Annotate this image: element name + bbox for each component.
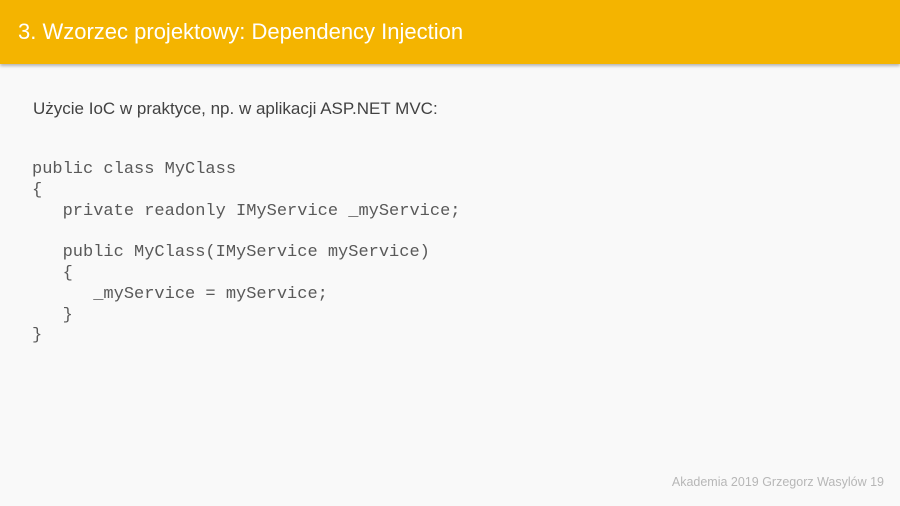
code-line: { bbox=[32, 263, 73, 283]
slide-header: 3. Wzorzec projektowy: Dependency Inject… bbox=[0, 0, 900, 64]
code-line: _myService = myService; bbox=[32, 284, 328, 304]
code-line: { bbox=[32, 180, 43, 200]
slide-title: 3. Wzorzec projektowy: Dependency Inject… bbox=[18, 19, 464, 44]
code-block: public class MyClass{ private readonly I… bbox=[32, 160, 460, 347]
code-line: public MyClass(IMyService myService) bbox=[32, 243, 430, 263]
code-line: } bbox=[32, 305, 73, 325]
slide-subtitle: Użycie IoC w praktyce, np. w aplikacji A… bbox=[33, 99, 438, 118]
slide-footer: Akademia 2019 Grzegorz Wasylów 19 bbox=[671, 475, 884, 489]
code-line: public class MyClass bbox=[32, 160, 237, 179]
code-line: } bbox=[32, 326, 43, 346]
code-line: private readonly IMyService _myService; bbox=[32, 201, 461, 221]
